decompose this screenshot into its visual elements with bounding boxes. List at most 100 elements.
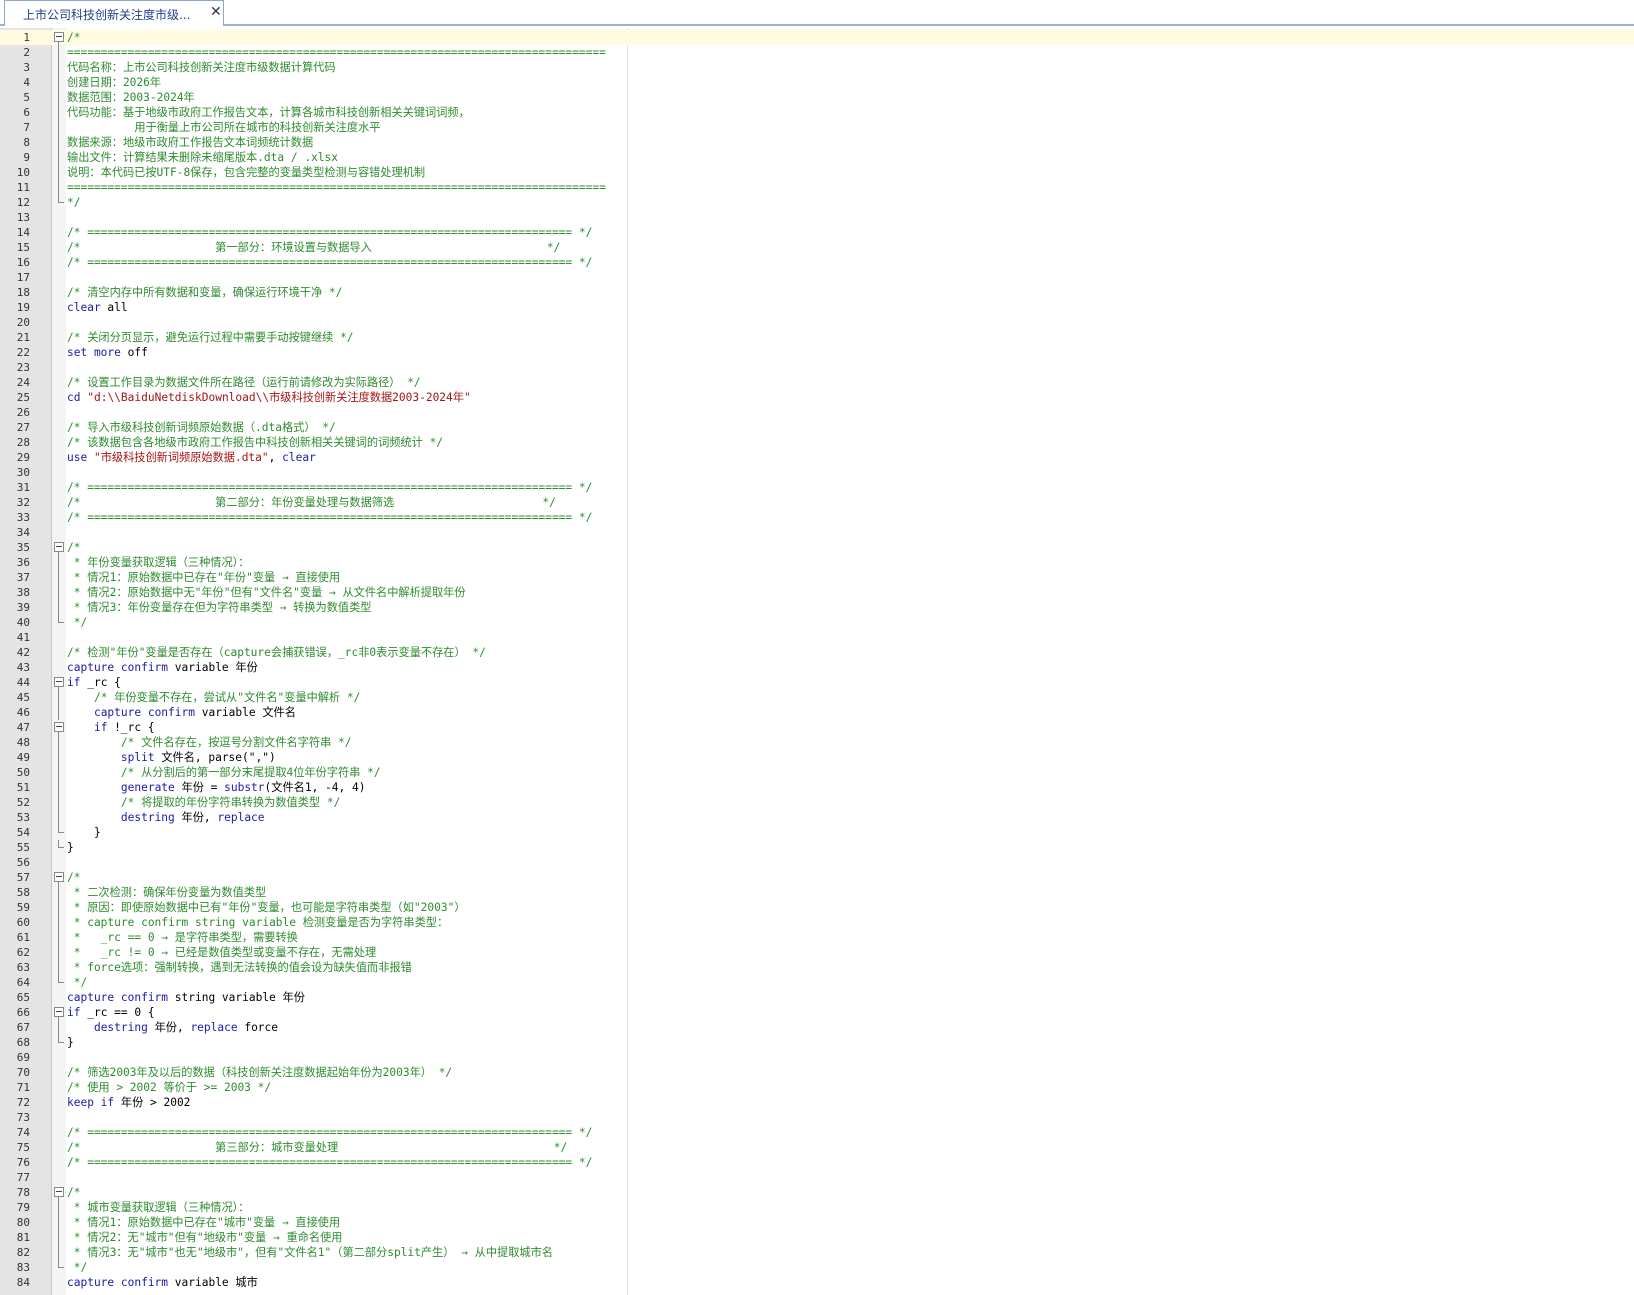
code-line[interactable]: 10 说明：本代码已按UTF-8保存，包含完整的变量类型检测与容错处理机制: [0, 165, 1634, 180]
code-line[interactable]: 26: [0, 405, 1634, 420]
code-line[interactable]: 49 split 文件名, parse(","): [0, 750, 1634, 765]
code-line[interactable]: 63 * force选项：强制转换，遇到无法转换的值会设为缺失值而非报错: [0, 960, 1634, 975]
fold-minus-icon[interactable]: [54, 1185, 66, 1200]
code-token: force: [237, 1021, 279, 1034]
code-line[interactable]: 1 /*: [0, 30, 1634, 45]
code-line[interactable]: 20: [0, 315, 1634, 330]
code-line[interactable]: 32 /* 第二部分：年份变量处理与数据筛选 */: [0, 495, 1634, 510]
code-line[interactable]: 71 /* 使用 > 2002 等价于 >= 2003 */: [0, 1080, 1634, 1095]
code-line[interactable]: 21 /* 关闭分页显示，避免运行过程中需要手动按键继续 */: [0, 330, 1634, 345]
fold-minus-icon[interactable]: [54, 675, 66, 690]
code-line[interactable]: 24 /* 设置工作目录为数据文件所在路径（运行前请修改为实际路径） */: [0, 375, 1634, 390]
fold-line-icon: [54, 915, 66, 930]
code-line[interactable]: 73: [0, 1110, 1634, 1125]
code-line[interactable]: 37 * 情况1：原始数据中已存在"年份"变量 → 直接使用: [0, 570, 1634, 585]
code-line[interactable]: 40 */: [0, 615, 1634, 630]
fold-minus-icon[interactable]: [54, 1005, 66, 1020]
code-line[interactable]: 34: [0, 525, 1634, 540]
code-line[interactable]: 45 /* 年份变量不存在，尝试从"文件名"变量中解析 */: [0, 690, 1634, 705]
code-line[interactable]: 17: [0, 270, 1634, 285]
fold-minus-icon[interactable]: [54, 870, 66, 885]
code-line[interactable]: 67 destring 年份, replace force: [0, 1020, 1634, 1035]
code-line[interactable]: 31 /* ===================================…: [0, 480, 1634, 495]
code-line[interactable]: 50 /* 从分割后的第一部分末尾提取4位年份字符串 */: [0, 765, 1634, 780]
code-line[interactable]: 12 */: [0, 195, 1634, 210]
code-editor[interactable]: 1 /* 2 ====================================…: [0, 28, 1634, 1295]
code-line[interactable]: 79 * 城市变量获取逻辑（三种情况）：: [0, 1200, 1634, 1215]
code-line[interactable]: 25 cd "d:\\BaiduNetdiskDownload\\市级科技创新关注…: [0, 390, 1634, 405]
code-line[interactable]: 81 * 情况2：无"城市"但有"地级市"变量 → 重命名使用: [0, 1230, 1634, 1245]
code-line[interactable]: 15 /* 第一部分：环境设置与数据导入 */: [0, 240, 1634, 255]
fold-minus-icon[interactable]: [54, 720, 66, 735]
code-line[interactable]: 11 ======================================…: [0, 180, 1634, 195]
code-line[interactable]: 59 * 原因：即使原始数据中已有"年份"变量，也可能是字符串类型（如"2003…: [0, 900, 1634, 915]
code-line[interactable]: 53 destring 年份, replace: [0, 810, 1634, 825]
code-line[interactable]: 52 /* 将提取的年份字符串转换为数值类型 */: [0, 795, 1634, 810]
code-line[interactable]: 65 capture confirm string variable 年份: [0, 990, 1634, 1005]
code-line[interactable]: 47 if !_rc {: [0, 720, 1634, 735]
fold-empty: [54, 255, 66, 270]
code-line[interactable]: 7 用于衡量上市公司所在城市的科技创新关注度水平: [0, 120, 1634, 135]
code-line[interactable]: 58 * 二次检测：确保年份变量为数值类型: [0, 885, 1634, 900]
fold-minus-icon[interactable]: [54, 540, 66, 555]
code-line[interactable]: 9 输出文件：计算结果未删除未缩尾版本.dta / .xlsx: [0, 150, 1634, 165]
code-line[interactable]: 54 }: [0, 825, 1634, 840]
fold-minus-icon[interactable]: [54, 30, 66, 45]
code-line[interactable]: 66 if _rc == 0 {: [0, 1005, 1634, 1020]
code-line[interactable]: 5 数据范围：2003-2024年: [0, 90, 1634, 105]
code-line[interactable]: 57 /*: [0, 870, 1634, 885]
code-line[interactable]: 13: [0, 210, 1634, 225]
code-line[interactable]: 74 /* ===================================…: [0, 1125, 1634, 1140]
code-line[interactable]: 2 =======================================…: [0, 45, 1634, 60]
code-line[interactable]: 44 if _rc {: [0, 675, 1634, 690]
code-line[interactable]: 41: [0, 630, 1634, 645]
code-line[interactable]: 78 /*: [0, 1185, 1634, 1200]
code-line[interactable]: 60 * capture confirm string variable 检测变…: [0, 915, 1634, 930]
code-line[interactable]: 51 generate 年份 = substr(文件名1, -4, 4): [0, 780, 1634, 795]
code-line[interactable]: 68}: [0, 1035, 1634, 1050]
code-line[interactable]: 4 创建日期：2026年: [0, 75, 1634, 90]
code-line[interactable]: 75 /* 第三部分：城市变量处理 */: [0, 1140, 1634, 1155]
close-icon[interactable]: ✕: [210, 4, 222, 20]
code-line[interactable]: 27 /* 导入市级科技创新词频原始数据（.dta格式） */: [0, 420, 1634, 435]
code-line[interactable]: 14 /* ===================================…: [0, 225, 1634, 240]
code-line[interactable]: 35 /*: [0, 540, 1634, 555]
code-line[interactable]: 6 代码功能：基于地级市政府工作报告文本，计算各城市科技创新相关关键词词频，: [0, 105, 1634, 120]
code-line[interactable]: 46 capture confirm variable 文件名: [0, 705, 1634, 720]
code-line[interactable]: 39 * 情况3：年份变量存在但为字符串类型 → 转换为数值类型: [0, 600, 1634, 615]
fold-line-icon: [54, 150, 66, 165]
code-line[interactable]: 76 /* ===================================…: [0, 1155, 1634, 1170]
fold-line-icon: [54, 690, 66, 705]
code-line[interactable]: 61 * _rc == 0 → 是字符串类型，需要转换: [0, 930, 1634, 945]
code-line[interactable]: 42 /* 检测"年份"变量是否存在（capture会捕获错误，_rc非0表示变量…: [0, 645, 1634, 660]
code-line[interactable]: 28 /* 该数据包含各地级市政府工作报告中科技创新相关关键词的词频统计 */: [0, 435, 1634, 450]
code-line[interactable]: 64 */: [0, 975, 1634, 990]
code-token: /* =====================================…: [67, 1156, 593, 1169]
code-line[interactable]: 70 /* 筛选2003年及以后的数据（科技创新关注度数据起始年份为2003年） …: [0, 1065, 1634, 1080]
code-line[interactable]: 36 * 年份变量获取逻辑（三种情况）：: [0, 555, 1634, 570]
code-line[interactable]: 77: [0, 1170, 1634, 1185]
code-line[interactable]: 16 /* ===================================…: [0, 255, 1634, 270]
code-line[interactable]: 18 /* 清空内存中所有数据和变量，确保运行环境干净 */: [0, 285, 1634, 300]
code-line[interactable]: 48 /* 文件名存在，按逗号分割文件名字符串 */: [0, 735, 1634, 750]
code-line[interactable]: 55}: [0, 840, 1634, 855]
code-line[interactable]: 72 keep if 年份 > 2002: [0, 1095, 1634, 1110]
code-line[interactable]: 83 */: [0, 1260, 1634, 1275]
code-line[interactable]: 82 * 情况3：无"城市"也无"地级市"，但有"文件名1"（第二部分split…: [0, 1245, 1634, 1260]
code-line[interactable]: 69: [0, 1050, 1634, 1065]
tab-file[interactable]: 上市公司科技创新关注度市级... ✕: [4, 0, 224, 26]
code-line[interactable]: 29 use "市级科技创新词频原始数据.dta", clear: [0, 450, 1634, 465]
code-line[interactable]: 84 capture confirm variable 城市: [0, 1275, 1634, 1290]
code-line[interactable]: 62 * _rc != 0 → 已经是数值类型或变量不存在，无需处理: [0, 945, 1634, 960]
code-line[interactable]: 38 * 情况2：原始数据中无"年份"但有"文件名"变量 → 从文件名中解析提取…: [0, 585, 1634, 600]
code-line[interactable]: 80 * 情况1：原始数据中已存在"城市"变量 → 直接使用: [0, 1215, 1634, 1230]
code-line[interactable]: 56: [0, 855, 1634, 870]
code-line[interactable]: 19 clear all: [0, 300, 1634, 315]
code-line[interactable]: 3 代码名称：上市公司科技创新关注度市级数据计算代码: [0, 60, 1634, 75]
code-line[interactable]: 43 capture confirm variable 年份: [0, 660, 1634, 675]
code-line[interactable]: 33 /* ===================================…: [0, 510, 1634, 525]
code-line[interactable]: 23: [0, 360, 1634, 375]
code-line[interactable]: 22 set more off: [0, 345, 1634, 360]
code-line[interactable]: 8 数据来源：地级市政府工作报告文本词频统计数据: [0, 135, 1634, 150]
code-line[interactable]: 30: [0, 465, 1634, 480]
